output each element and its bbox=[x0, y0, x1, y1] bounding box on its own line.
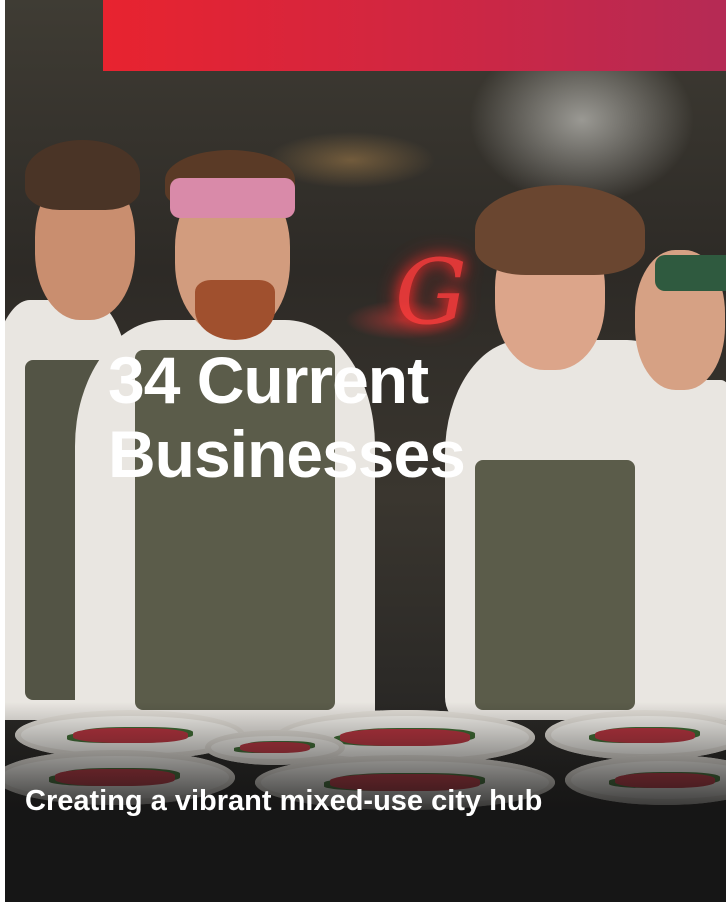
green-bandana bbox=[655, 255, 726, 291]
promo-card[interactable]: G 34 Current Businesses Creating a vibra… bbox=[5, 0, 726, 902]
apron-center-right bbox=[475, 460, 635, 710]
neon-sign: G bbox=[395, 240, 467, 345]
tagline: Creating a vibrant mixed-use city hub bbox=[25, 785, 543, 817]
accent-bar bbox=[103, 0, 726, 71]
person-right bbox=[665, 380, 726, 720]
hair-center-right bbox=[475, 185, 645, 275]
pink-bandana bbox=[170, 178, 295, 218]
hair-left bbox=[25, 140, 140, 210]
beard bbox=[195, 280, 275, 340]
business-count-headline: 34 Current Businesses bbox=[108, 343, 466, 491]
